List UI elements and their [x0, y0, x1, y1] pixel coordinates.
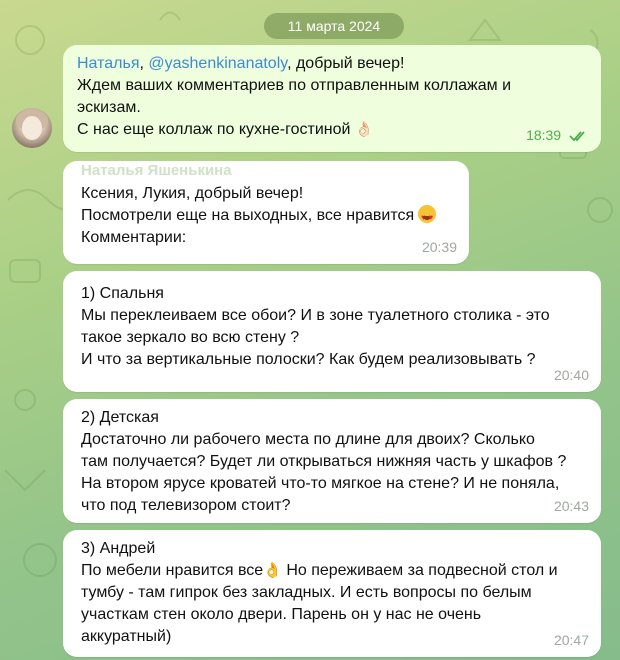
message-line: Комментарии:: [81, 229, 187, 246]
message-line: Посмотрели еще на выходных, все нравится: [81, 205, 451, 229]
incoming-message[interactable]: 2) Детская Достаточно ли рабочего места …: [63, 399, 601, 523]
message-time: 20:47: [553, 632, 589, 648]
message-time: 20:39: [421, 239, 457, 255]
date-separator: 11 марта 2024: [264, 13, 404, 39]
message-line: Наталья, @yashenkinanatoly, добрый вечер…: [77, 55, 405, 72]
outgoing-message[interactable]: Наталья, @yashenkinanatoly, добрый вечер…: [63, 45, 601, 152]
incoming-message[interactable]: Наталья Яшенькина Ксения, Лукия, добрый …: [63, 161, 469, 264]
message-line: Ксения, Лукия, добрый вечер!: [81, 185, 304, 202]
message-line: По мебели нравится все👌 Но переживаем за…: [81, 560, 583, 582]
ok-hand-emoji-icon: 👌: [263, 562, 282, 579]
mention-link-natalya[interactable]: Наталья: [77, 55, 139, 72]
message-line: И что за вертикальные полоски? Как будем…: [81, 351, 536, 368]
message-line: 3) Андрей: [81, 540, 156, 557]
message-line: С нас еще коллаж по кухне-гостиной 👌🏻: [77, 119, 587, 141]
message-line: что под телевизором стоит?: [81, 497, 291, 514]
double-check-icon: [569, 131, 585, 142]
message-time: 20:43: [553, 498, 589, 514]
incoming-message[interactable]: 1) Спальня Мы переклеиваем все обои? И в…: [63, 271, 601, 392]
message-line: аккуратный): [81, 628, 172, 645]
message-time: 18:39: [526, 127, 562, 143]
message-line: На втором ярусе кроватей что-то мягкое н…: [81, 475, 560, 492]
incoming-message[interactable]: 3) Андрей По мебели нравится все👌 Но пер…: [63, 530, 601, 657]
sender-name[interactable]: Наталья Яшенькина: [81, 163, 451, 179]
ok-hand-emoji-icon: 👌🏻: [354, 121, 374, 138]
mention-link-username[interactable]: @yashenkinanatoly: [148, 55, 287, 72]
message-line: 2) Детская: [81, 409, 159, 426]
message-line: тумбу - там гипрок без закладных. И есть…: [81, 584, 532, 601]
message-line: участкам стен около двери. Парень он у н…: [81, 606, 482, 623]
message-line: 1) Спальня: [81, 285, 164, 302]
message-meta: 18:39: [526, 124, 589, 146]
message-line: Мы переклеиваем все обои? И в зоне туале…: [81, 307, 550, 324]
heart-eyes-emoji-icon: [418, 205, 437, 229]
message-line: эскизам.: [77, 99, 141, 116]
sender-avatar[interactable]: [12, 108, 52, 148]
message-time: 20:40: [553, 367, 589, 383]
message-line: Ждем ваших комментариев по отправленным …: [77, 77, 512, 94]
message-line: Достаточно ли рабочего места по длине дл…: [81, 431, 535, 448]
message-line: такое зеркало во всю стену ?: [81, 329, 300, 346]
message-line: там получается? Будет ли открываться ниж…: [81, 453, 567, 470]
